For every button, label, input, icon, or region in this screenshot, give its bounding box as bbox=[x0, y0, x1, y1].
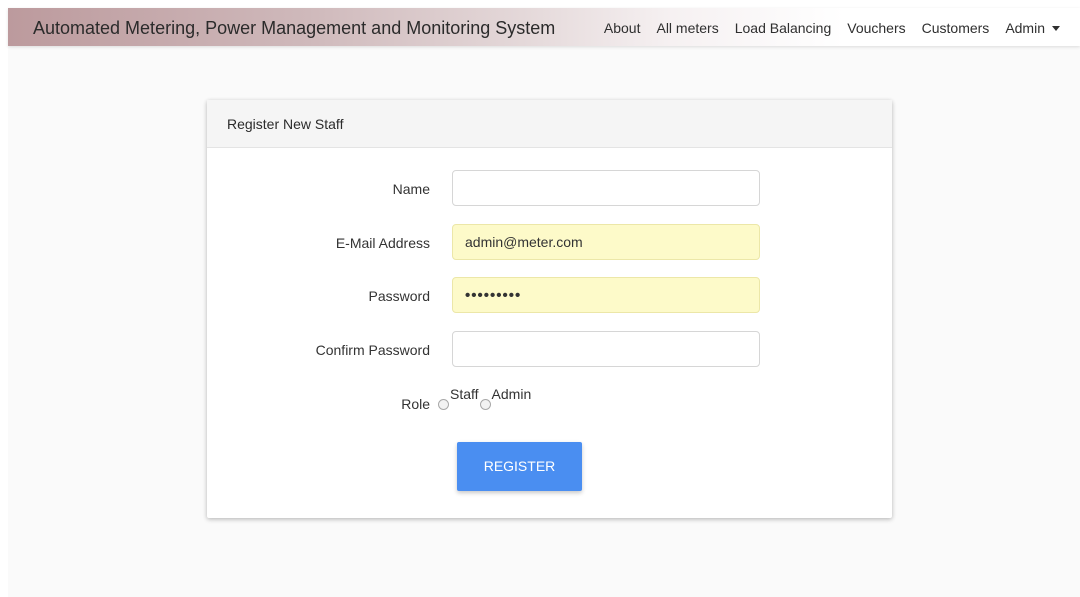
register-staff-card: Register New Staff Name E-Mail Address P… bbox=[207, 100, 892, 518]
app-title[interactable]: Automated Metering, Power Management and… bbox=[33, 18, 555, 38]
role-staff-label[interactable]: Staff bbox=[450, 386, 479, 402]
role-label: Role bbox=[401, 396, 430, 412]
role-admin-radio[interactable] bbox=[479, 399, 491, 410]
nav-link-customers[interactable]: Customers bbox=[922, 20, 990, 36]
name-label: Name bbox=[392, 181, 430, 197]
nav-link-about[interactable]: About bbox=[604, 20, 641, 36]
nav-link-vouchers[interactable]: Vouchers bbox=[847, 20, 905, 36]
nav-link-all-meters[interactable]: All meters bbox=[656, 20, 718, 36]
nav-menu: About All meters Load Balancing Vouchers… bbox=[604, 20, 1060, 36]
caret-down-icon bbox=[1052, 26, 1060, 31]
user-menu-dropdown[interactable]: Admin bbox=[1005, 20, 1060, 36]
password-input[interactable] bbox=[452, 277, 760, 313]
user-menu-label: Admin bbox=[1005, 20, 1045, 36]
confirm-password-input[interactable] bbox=[452, 331, 760, 367]
role-admin-label[interactable]: Admin bbox=[492, 386, 532, 402]
register-button[interactable]: REGISTER bbox=[457, 442, 582, 491]
role-staff-radio[interactable] bbox=[438, 399, 449, 410]
email-input[interactable] bbox=[452, 224, 760, 260]
name-input[interactable] bbox=[452, 170, 760, 206]
card-title: Register New Staff bbox=[207, 100, 892, 148]
password-label: Password bbox=[368, 288, 430, 304]
confirm-password-label: Confirm Password bbox=[315, 342, 430, 358]
role-radio-group: Staff Admin bbox=[438, 386, 532, 410]
nav-link-load-balancing[interactable]: Load Balancing bbox=[735, 20, 832, 36]
top-navbar: Automated Metering, Power Management and… bbox=[8, 8, 1080, 46]
email-label: E-Mail Address bbox=[335, 235, 430, 251]
